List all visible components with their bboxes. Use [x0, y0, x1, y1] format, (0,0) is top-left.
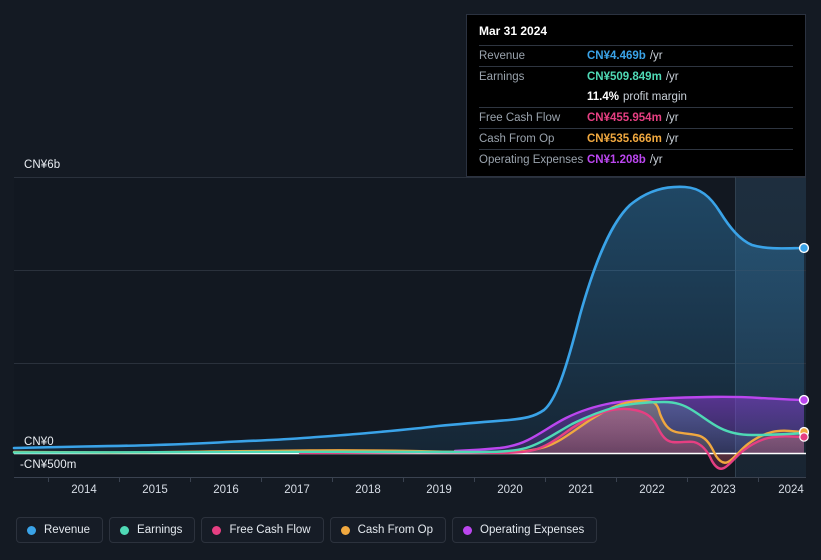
x-axis-tick-2016: 2016: [213, 484, 239, 496]
x-axis-tick-2022: 2022: [639, 484, 665, 496]
legend-dot-free-cash-flow-icon: [212, 525, 222, 535]
x-axis-tick-2017: 2017: [284, 484, 310, 496]
legend-item-revenue[interactable]: Revenue: [16, 517, 104, 543]
tooltip-row-operating-expenses: Operating Expenses CN¥1.208b /yr: [479, 149, 793, 170]
legend-item-cash-from-op[interactable]: Cash From Op: [329, 517, 447, 543]
tooltip-value-earnings: CN¥509.849m: [587, 71, 662, 83]
x-axis-tick-2018: 2018: [355, 484, 381, 496]
legend-label-cash-from-op: Cash From Op: [357, 524, 434, 536]
x-axis-tick-2021: 2021: [568, 484, 594, 496]
x-axis-tick-2023: 2023: [710, 484, 736, 496]
x-axis-tick-2024: 2024: [778, 484, 804, 496]
tooltip-unit-operating-expenses: /yr: [649, 154, 663, 166]
legend-label-revenue: Revenue: [44, 524, 91, 536]
chart-legend: Revenue Earnings Free Cash Flow Cash Fro…: [16, 517, 598, 543]
tooltip-label-operating-expenses: Operating Expenses: [479, 154, 584, 166]
legend-dot-earnings-icon: [120, 525, 130, 535]
legend-label-free-cash-flow: Free Cash Flow: [229, 524, 311, 536]
tooltip-label-revenue: Revenue: [479, 50, 526, 62]
tooltip-date: Mar 31 2024: [479, 24, 548, 38]
tooltip-unit-profit-margin: profit margin: [622, 91, 687, 103]
legend-item-free-cash-flow[interactable]: Free Cash Flow: [201, 517, 324, 543]
chart-tooltip: Mar 31 2024 Revenue CN¥4.469b /yr Earnin…: [466, 14, 806, 177]
legend-label-operating-expenses: Operating Expenses: [480, 524, 585, 536]
tooltip-unit-free-cash-flow: /yr: [665, 112, 679, 124]
tooltip-unit-earnings: /yr: [665, 71, 679, 83]
legend-item-operating-expenses[interactable]: Operating Expenses: [452, 517, 598, 543]
tooltip-value-cash-from-op: CN¥535.666m: [587, 133, 662, 145]
legend-label-earnings: Earnings: [137, 524, 183, 536]
tooltip-value-operating-expenses: CN¥1.208b: [587, 154, 646, 166]
x-axis-tick-2020: 2020: [497, 484, 523, 496]
legend-item-earnings[interactable]: Earnings: [109, 517, 196, 543]
endpoint-revenue: [798, 242, 810, 254]
tooltip-unit-cash-from-op: /yr: [665, 133, 679, 145]
tooltip-label-free-cash-flow: Free Cash Flow: [479, 112, 561, 124]
tooltip-row-profit-margin: 11.4% profit margin: [479, 87, 793, 107]
tooltip-label-earnings: Earnings: [479, 71, 525, 83]
tooltip-unit-revenue: /yr: [649, 50, 663, 62]
tooltip-value-profit-margin: 11.4%: [587, 91, 619, 103]
x-axis-tick-2015: 2015: [142, 484, 168, 496]
tooltip-row-free-cash-flow: Free Cash Flow CN¥455.954m /yr: [479, 107, 793, 128]
legend-dot-operating-expenses-icon: [463, 525, 473, 535]
tooltip-row-revenue: Revenue CN¥4.469b /yr: [479, 45, 793, 66]
financial-chart-widget: CN¥6b CN¥0 -CN¥500m 2014 2015 2016 2017 …: [0, 0, 821, 560]
tooltip-row-cash-from-op: Cash From Op CN¥535.666m /yr: [479, 128, 793, 149]
tooltip-label-cash-from-op: Cash From Op: [479, 133, 555, 145]
legend-dot-revenue-icon: [27, 525, 36, 535]
endpoint-free-cash-flow: [799, 432, 809, 442]
tooltip-row-earnings: Earnings CN¥509.849m /yr: [479, 66, 793, 87]
x-axis-tick-2014: 2014: [71, 484, 97, 496]
tooltip-value-free-cash-flow: CN¥455.954m: [587, 112, 662, 124]
tooltip-value-revenue: CN¥4.469b: [587, 50, 646, 62]
x-axis-tick-2019: 2019: [426, 484, 452, 496]
legend-dot-cash-from-op-icon: [340, 525, 350, 535]
endpoint-operating-expenses: [798, 394, 810, 406]
